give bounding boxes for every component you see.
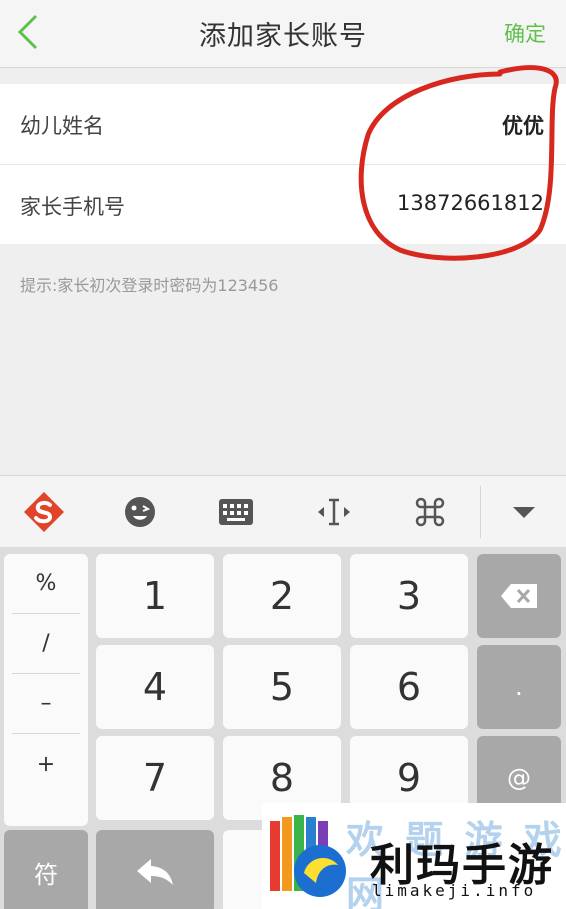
keyboard-toolbar	[0, 475, 566, 547]
child-name-field[interactable]: 优优	[502, 110, 544, 140]
child-name-label: 幼儿姓名	[20, 114, 104, 138]
title-bar: 添加家长账号 确定	[0, 0, 566, 68]
symbol-key-dash[interactable]: –	[12, 674, 80, 734]
backspace-key[interactable]	[477, 554, 561, 638]
dot-key[interactable]: .	[477, 645, 561, 729]
symbol-key-percent[interactable]: %	[12, 554, 80, 614]
sogou-logo-icon[interactable]	[20, 488, 68, 536]
backspace-icon	[501, 584, 537, 608]
cursor-move-icon[interactable]	[310, 488, 358, 536]
key-7[interactable]: 7	[96, 736, 214, 820]
key-1[interactable]: 1	[96, 554, 214, 638]
symbol-column: % / – +	[4, 554, 88, 826]
watermark-url: limakeji.info	[372, 881, 537, 900]
parent-phone-field[interactable]: 13872661812	[397, 191, 544, 215]
collapse-keyboard-icon[interactable]	[500, 488, 548, 536]
child-name-row[interactable]: 幼儿姓名 优优	[0, 84, 566, 164]
emoji-icon[interactable]	[116, 488, 164, 536]
command-icon[interactable]	[406, 488, 454, 536]
password-hint: 提示:家长初次登录时密码为123456	[20, 276, 279, 295]
confirm-button[interactable]: 确定	[504, 18, 546, 48]
keyboard-icon[interactable]	[212, 488, 260, 536]
toolbar-divider	[480, 486, 481, 538]
watermark: 欢 题 游 戏 网 利玛手游 limakeji.info	[262, 803, 566, 909]
return-arrow-icon	[137, 859, 173, 885]
parent-phone-label: 家长手机号	[20, 195, 125, 219]
symbol-key-slash[interactable]: /	[12, 614, 80, 674]
page-title: 添加家长账号	[199, 21, 367, 52]
symbol-switch-key[interactable]: 符	[4, 830, 88, 909]
watermark-logo-icon	[270, 815, 346, 897]
account-form: 幼儿姓名 优优 家长手机号 13872661812	[0, 84, 566, 244]
key-3[interactable]: 3	[350, 554, 468, 638]
key-2[interactable]: 2	[223, 554, 341, 638]
parent-phone-row[interactable]: 家长手机号 13872661812	[0, 164, 566, 244]
key-5[interactable]: 5	[223, 645, 341, 729]
key-6[interactable]: 6	[350, 645, 468, 729]
key-4[interactable]: 4	[96, 645, 214, 729]
return-key[interactable]	[96, 830, 214, 909]
symbol-key-plus[interactable]: +	[12, 734, 80, 794]
